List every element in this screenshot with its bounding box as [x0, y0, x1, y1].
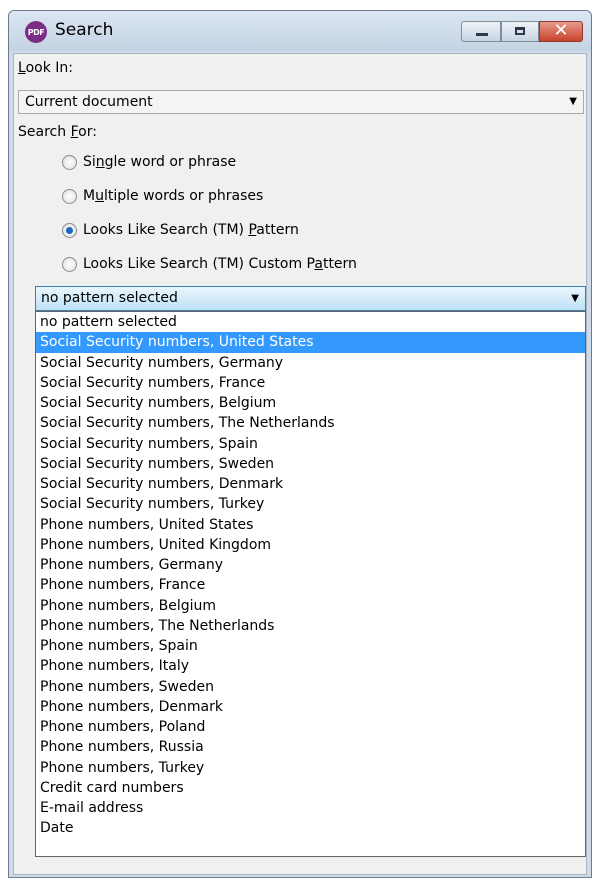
pattern-option[interactable]: Phone numbers, Russia	[36, 737, 585, 757]
pattern-option[interactable]: Social Security numbers, Sweden	[36, 454, 585, 474]
minimize-icon	[476, 33, 488, 36]
pattern-option[interactable]: Phone numbers, The Netherlands	[36, 616, 585, 636]
pattern-option[interactable]: Social Security numbers, Germany	[36, 353, 585, 373]
radio-label: Multiple words or phrases	[83, 188, 264, 204]
radio-button-icon	[62, 154, 77, 170]
pattern-option[interactable]: Phone numbers, Turkey	[36, 758, 585, 778]
pattern-option[interactable]: Phone numbers, United Kingdom	[36, 535, 585, 555]
radio-button-icon	[62, 256, 77, 272]
chevron-down-icon: ▼	[571, 293, 579, 304]
pattern-option[interactable]: no pattern selected	[36, 312, 585, 332]
pattern-option[interactable]: Phone numbers, France	[36, 575, 585, 595]
pattern-option[interactable]: Phone numbers, Italy	[36, 656, 585, 676]
pattern-option[interactable]: Phone numbers, Germany	[36, 555, 585, 575]
pattern-option[interactable]: Phone numbers, Poland	[36, 717, 585, 737]
pattern-option[interactable]: Credit card numbers	[36, 778, 585, 798]
pattern-option[interactable]: Social Security numbers, Belgium	[36, 393, 585, 413]
pdf-app-icon: PDF	[25, 21, 47, 43]
look-in-dropdown[interactable]: Current document ▼	[18, 90, 584, 114]
pattern-option[interactable]: Social Security numbers, Turkey	[36, 494, 585, 514]
radio-looks-like-pattern[interactable]: Looks Like Search (TM) Pattern	[62, 219, 299, 241]
radio-label: Single word or phrase	[83, 154, 237, 170]
search-window: PDF Search ✕ Look In: Current document ▼…	[8, 10, 592, 878]
look-in-value: Current document	[25, 94, 153, 110]
pattern-option[interactable]: Social Security numbers, France	[36, 373, 585, 393]
pattern-option[interactable]: Social Security numbers, Denmark	[36, 474, 585, 494]
pattern-option[interactable]: Social Security numbers, Spain	[36, 434, 585, 454]
pattern-option[interactable]: Social Security numbers, United States	[36, 332, 585, 353]
minimize-button[interactable]	[461, 21, 501, 42]
pattern-option[interactable]: Phone numbers, Denmark	[36, 697, 585, 717]
radio-button-icon	[62, 188, 77, 204]
radio-label: Looks Like Search (TM) Custom Pattern	[83, 256, 357, 272]
close-icon: ✕	[553, 20, 569, 41]
pattern-dropdown-list: no pattern selected Social Security numbe…	[35, 311, 586, 857]
radio-looks-like-custom-pattern[interactable]: Looks Like Search (TM) Custom Pattern	[62, 253, 357, 275]
radio-single-word[interactable]: Single word or phrase	[62, 151, 236, 173]
chevron-down-icon: ▼	[569, 96, 577, 107]
maximize-icon	[515, 27, 525, 35]
pattern-option[interactable]: Phone numbers, United States	[36, 515, 585, 535]
pattern-option[interactable]: Phone numbers, Spain	[36, 636, 585, 656]
pattern-value: no pattern selected	[41, 290, 178, 306]
pattern-option[interactable]: Phone numbers, Belgium	[36, 596, 585, 616]
radio-label: Looks Like Search (TM) Pattern	[83, 222, 299, 238]
pattern-option[interactable]: E-mail address	[36, 798, 585, 818]
look-in-label: Look In:	[18, 60, 73, 76]
window-title: Search	[55, 20, 114, 40]
title-bar[interactable]: PDF Search ✕	[9, 11, 591, 51]
pattern-dropdown[interactable]: no pattern selected ▼	[35, 286, 586, 311]
maximize-button[interactable]	[501, 21, 539, 42]
search-for-label: Search For:	[18, 124, 97, 140]
close-button[interactable]: ✕	[539, 20, 583, 42]
pattern-option[interactable]: Date	[36, 818, 585, 838]
radio-button-checked-icon	[62, 222, 77, 238]
pattern-option[interactable]: Phone numbers, Sweden	[36, 677, 585, 697]
pattern-option[interactable]: Social Security numbers, The Netherlands	[36, 413, 585, 433]
radio-multiple-words[interactable]: Multiple words or phrases	[62, 185, 263, 207]
